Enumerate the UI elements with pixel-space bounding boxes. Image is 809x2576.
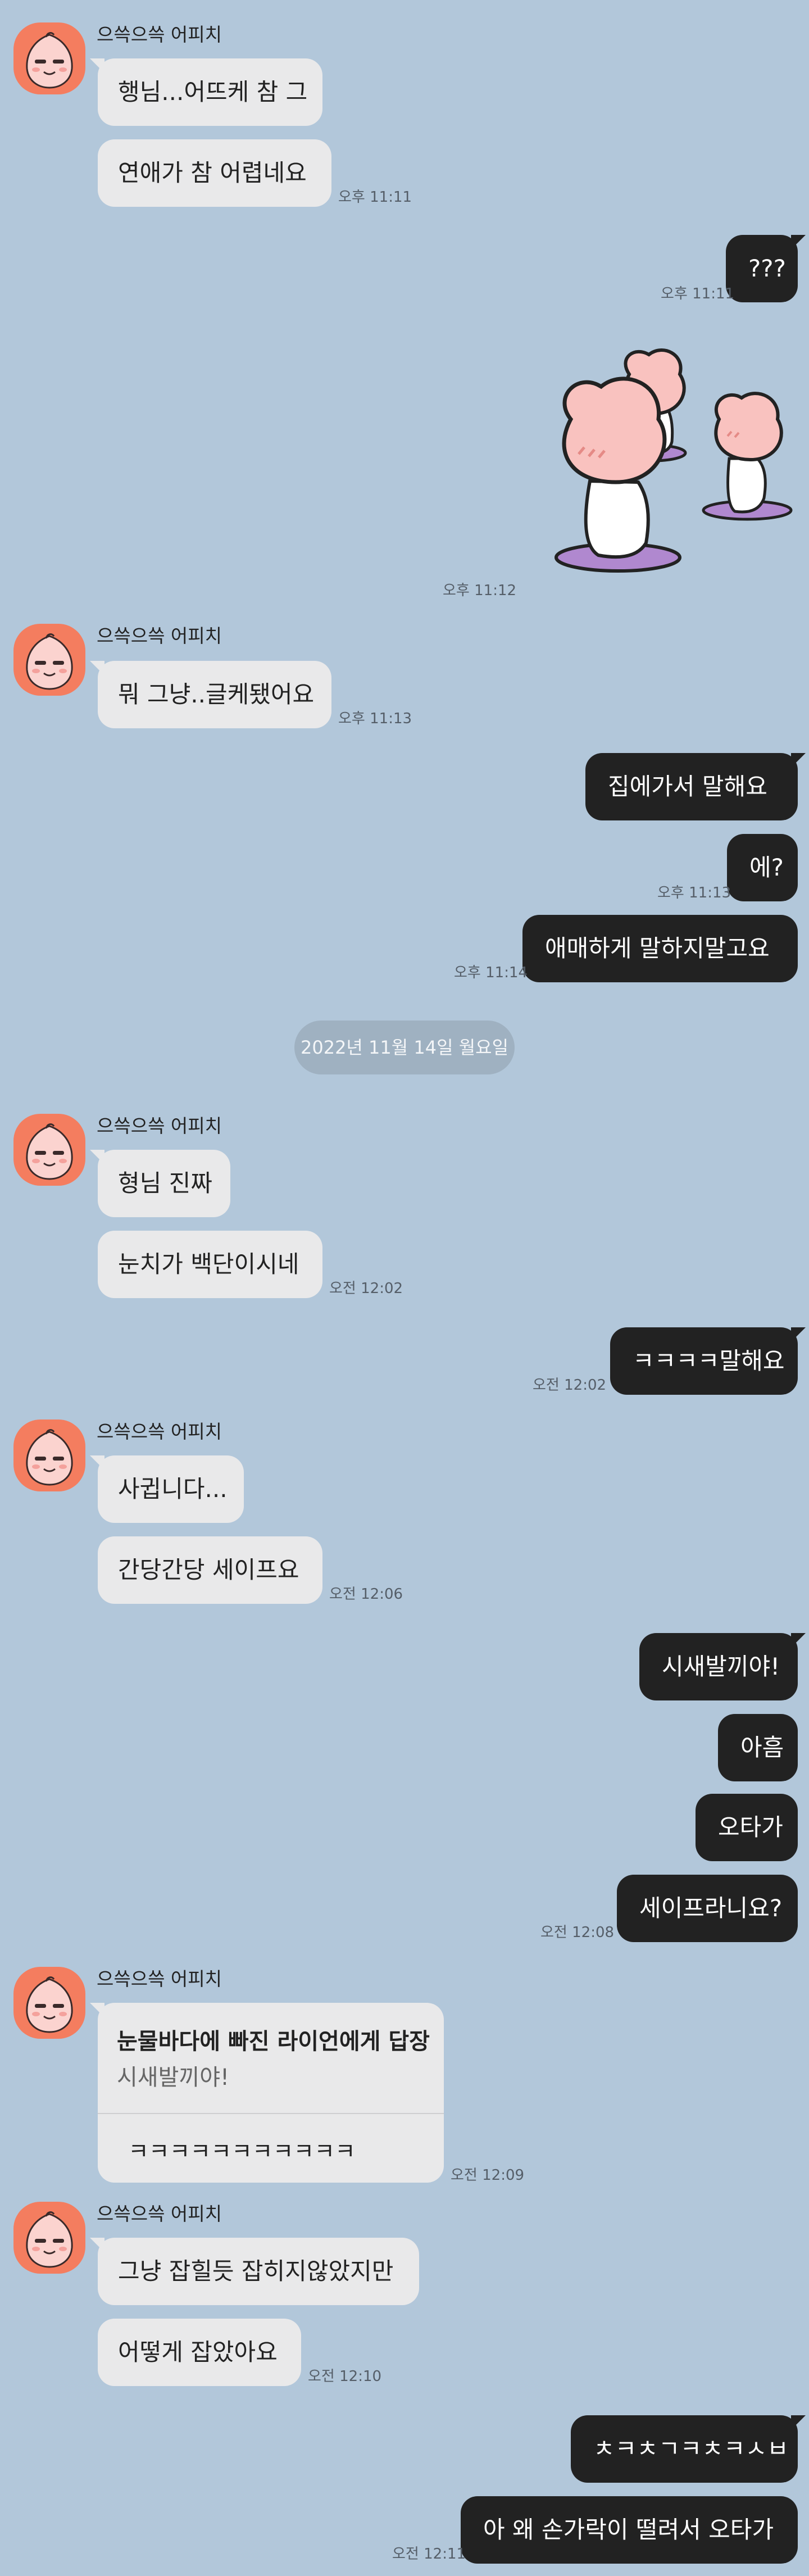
- apeach-avatar-icon: [26, 1123, 73, 1180]
- reply-quote: 시새발끼야!: [117, 2065, 230, 2090]
- timestamp: 오전 12:02: [329, 1280, 403, 1297]
- message-bubble[interactable]: ㅋㅋㅋㅋ말해요: [610, 1327, 798, 1395]
- timestamp: 오후 11:13: [338, 710, 412, 727]
- apeach-avatar-icon: [26, 2211, 73, 2268]
- message-bubble[interactable]: 행님...어뜨케 참 그: [98, 58, 322, 126]
- message-bubble[interactable]: 아 왜 손가락이 떨려서 오타가: [461, 2496, 798, 2564]
- message-bubble[interactable]: 눈치가 백단이시네: [98, 1231, 322, 1298]
- timestamp: 오전 12:10: [308, 2368, 382, 2385]
- timestamp: 오전 12:11: [392, 2546, 466, 2563]
- message-bubble[interactable]: 형님 진짜: [98, 1150, 230, 1217]
- timestamp: 오전 12:08: [540, 1924, 615, 1941]
- message-bubble[interactable]: 간당간당 세이프요: [98, 1536, 322, 1604]
- message-bubble[interactable]: 시새발끼야!: [639, 1633, 798, 1700]
- sender-name: 으쓱으쓱 어피치: [97, 1968, 222, 1990]
- message-bubble[interactable]: 집에가서 말해요: [585, 753, 798, 820]
- message-bubble[interactable]: 그냥 잡힐듯 잡히지않았지만: [98, 2238, 419, 2305]
- avatar[interactable]: [13, 2202, 85, 2274]
- apeach-sticker-icon[interactable]: [506, 335, 798, 593]
- timestamp: 오후 11:11: [338, 189, 412, 206]
- message-bubble[interactable]: 아흠: [718, 1714, 798, 1781]
- apeach-avatar-icon: [26, 1429, 73, 1486]
- timestamp: 오후 11:13: [657, 885, 731, 901]
- bubble-tail: [791, 753, 806, 768]
- message-bubble[interactable]: 세이프라니요?: [617, 1875, 798, 1942]
- sender-name: 으쓱으쓱 어피치: [97, 625, 222, 647]
- date-divider: 2022년 11월 14일 월요일: [294, 1021, 515, 1074]
- apeach-avatar-icon: [26, 633, 73, 690]
- bubble-tail: [791, 235, 806, 250]
- timestamp: 오전 12:06: [329, 1586, 403, 1603]
- timestamp: 오후 11:11: [661, 285, 735, 302]
- message-bubble[interactable]: 뭐 그냥..글케됐어요: [98, 661, 331, 728]
- timestamp: 오후 11:12: [443, 582, 517, 599]
- avatar[interactable]: [13, 624, 85, 696]
- message-bubble[interactable]: 연애가 참 어렵네요: [98, 139, 331, 207]
- message-bubble[interactable]: 애매하게 말하지말고요: [522, 915, 798, 982]
- bubble-tail: [791, 2415, 806, 2430]
- avatar[interactable]: [13, 1114, 85, 1186]
- reply-title: 눈물바다에 빠진 라이언에게 답장: [117, 2029, 430, 2055]
- avatar[interactable]: [13, 22, 85, 94]
- apeach-avatar-icon: [26, 1976, 73, 2033]
- timestamp: 오전 12:02: [533, 1377, 607, 1394]
- sender-name: 으쓱으쓱 어피치: [97, 1421, 222, 1443]
- sender-name: 으쓱으쓱 어피치: [97, 2203, 222, 2225]
- message-bubble[interactable]: 에?: [727, 834, 798, 901]
- message-bubble[interactable]: ???: [726, 235, 798, 302]
- timestamp: 오후 11:14: [454, 964, 528, 981]
- message-bubble[interactable]: 어떻게 잡았아요: [98, 2319, 301, 2386]
- message-bubble[interactable]: 오타가: [696, 1794, 798, 1861]
- apeach-avatar-icon: [26, 32, 73, 89]
- timestamp: 오전 12:09: [451, 2167, 525, 2184]
- bubble-tail: [791, 1327, 806, 1342]
- avatar[interactable]: [13, 1419, 85, 1491]
- reply-divider: [98, 2113, 444, 2114]
- reply-message-card[interactable]: 눈물바다에 빠진 라이언에게 답장 시새발끼야! ㅋㅋㅋㅋㅋㅋㅋㅋㅋㅋㅋ: [98, 2003, 444, 2183]
- avatar[interactable]: [13, 1967, 85, 2039]
- message-bubble[interactable]: ㅊㅋㅊㄱㅋㅊㅋㅅㅂ: [571, 2415, 798, 2483]
- bubble-tail: [791, 1633, 806, 1648]
- reply-body: ㅋㅋㅋㅋㅋㅋㅋㅋㅋㅋㅋ: [128, 2139, 356, 2165]
- sender-name: 으쓱으쓱 어피치: [97, 24, 222, 46]
- message-bubble[interactable]: 사귑니다...: [98, 1455, 244, 1523]
- sender-name: 으쓱으쓱 어피치: [97, 1115, 222, 1137]
